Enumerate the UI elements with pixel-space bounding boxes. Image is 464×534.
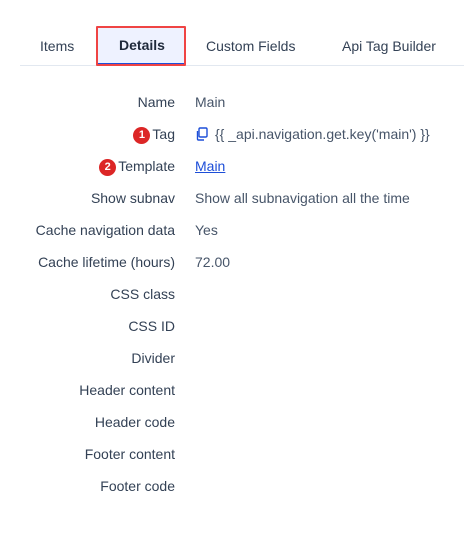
detail-label-wrap: 1 Tag [133, 124, 175, 144]
tag-code-value: {{ _api.navigation.get.key('main') }} [215, 126, 430, 142]
detail-value: Main [195, 94, 226, 110]
detail-label: Footer code [100, 478, 175, 494]
detail-label: Name [137, 94, 175, 110]
detail-label: Footer content [84, 446, 175, 462]
detail-row-show-subnav: Show subnav Show all subnavigation all t… [0, 188, 464, 208]
detail-label: Cache navigation data [35, 222, 175, 238]
detail-row-cache-lifetime: Cache lifetime (hours) 72.00 [0, 252, 464, 272]
detail-label: Header code [94, 414, 175, 430]
detail-label: Divider [131, 350, 175, 366]
detail-row-css-id: CSS ID [0, 316, 464, 336]
copy-icon[interactable] [195, 127, 209, 141]
detail-row-header-code: Header code [0, 412, 464, 432]
detail-label: Cache lifetime (hours) [38, 254, 175, 270]
detail-row-css-class: CSS class [0, 284, 464, 304]
detail-row-divider: Divider [0, 348, 464, 368]
detail-label: CSS ID [128, 318, 175, 334]
annotation-marker-2: 2 [99, 159, 117, 176]
tab-custom-fields[interactable]: Custom Fields [206, 27, 295, 65]
tab-bar: Items Details Custom Fields Api Tag Buil… [20, 27, 464, 66]
navigation-details-panel: Items Details Custom Fields Api Tag Buil… [0, 0, 464, 534]
detail-label: CSS class [110, 286, 175, 302]
detail-label: Show subnav [90, 190, 175, 206]
tab-details[interactable]: Details [98, 27, 186, 65]
detail-value-wrap: {{ _api.navigation.get.key('main') }} [195, 124, 430, 144]
detail-row-cache-navigation-data: Cache navigation data Yes [0, 220, 464, 240]
detail-label: Header content [79, 382, 175, 398]
detail-row-footer-content: Footer content [0, 444, 464, 464]
detail-row-tag: 1 Tag {{ _api.navigation.get.key('main') … [0, 124, 464, 144]
detail-row-header-content: Header content [0, 380, 464, 400]
detail-value: Show all subnavigation all the time [195, 190, 410, 206]
tab-items[interactable]: Items [40, 27, 74, 65]
detail-row-name: Name Main [0, 92, 464, 112]
detail-label: Tag [152, 126, 175, 142]
detail-label: Template [118, 158, 175, 174]
annotation-marker-1: 1 [133, 127, 151, 144]
tab-api-tag-builder[interactable]: Api Tag Builder [342, 27, 436, 65]
detail-label-wrap: 2 Template [99, 156, 175, 176]
detail-value: 72.00 [195, 254, 231, 270]
detail-row-template: 2 Template Main [0, 156, 464, 176]
detail-value: Yes [195, 222, 218, 238]
detail-row-footer-code: Footer code [0, 476, 464, 496]
template-link[interactable]: Main [195, 156, 225, 176]
